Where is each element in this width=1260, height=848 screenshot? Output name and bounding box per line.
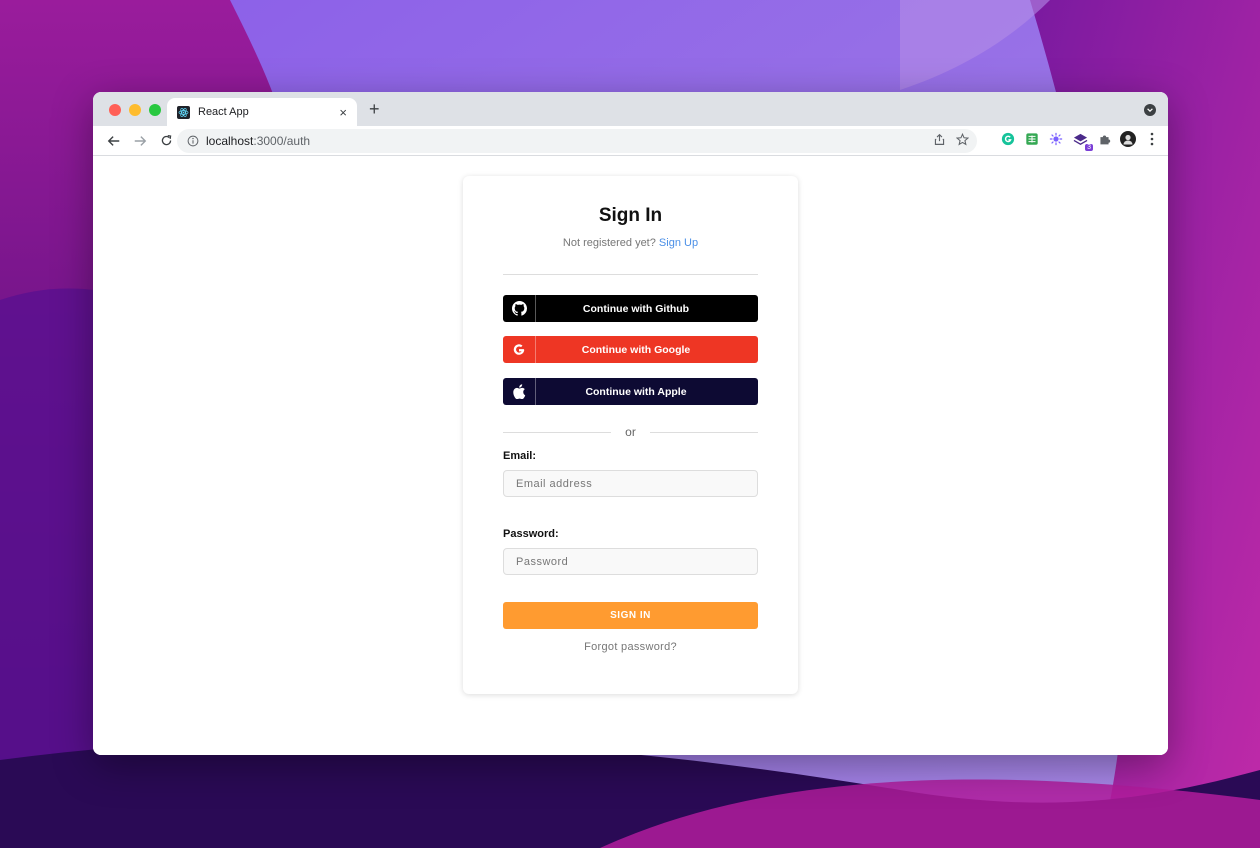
reload-icon[interactable] — [153, 129, 179, 153]
tab-react-app[interactable]: React App × — [167, 98, 357, 126]
signin-card: Sign In Not registered yet? Sign Up Cont… — [463, 176, 798, 694]
email-field[interactable] — [503, 470, 758, 497]
address-bar[interactable]: localhost:3000/auth — [177, 129, 977, 153]
minimize-window-button[interactable] — [129, 104, 141, 116]
email-label: Email: — [503, 450, 537, 462]
google-button-label: Continue with Google — [581, 343, 691, 356]
password-field[interactable] — [503, 548, 758, 575]
maximize-window-button[interactable] — [149, 104, 161, 116]
url-path: :3000/auth — [253, 134, 311, 148]
close-window-button[interactable] — [109, 104, 121, 116]
apple-signin-button[interactable]: Continue with Apple — [503, 378, 758, 405]
tab-search-icon[interactable] — [1144, 104, 1156, 116]
tab-close-icon[interactable]: × — [339, 106, 347, 119]
bookmark-star-icon[interactable] — [955, 132, 970, 151]
tab-title: React App — [198, 106, 249, 118]
grammarly-extension-icon[interactable] — [1000, 131, 1016, 147]
apple-button-label: Continue with Apple — [585, 385, 687, 398]
signin-button[interactable]: SIGN IN — [503, 602, 758, 629]
extension-badge: 3 — [1085, 144, 1093, 151]
or-line-right — [650, 432, 758, 433]
signup-prompt-text: Not registered yet? — [562, 237, 656, 249]
color-extension-icon[interactable] — [1048, 131, 1064, 147]
signup-link[interactable]: Sign Up — [659, 237, 698, 249]
react-favicon-icon — [177, 105, 190, 119]
window-controls — [109, 104, 161, 116]
share-icon[interactable] — [933, 133, 946, 151]
browser-menu-icon[interactable] — [1144, 131, 1160, 147]
google-signin-button[interactable]: Continue with Google — [503, 336, 758, 363]
back-icon[interactable] — [101, 129, 127, 153]
forward-icon[interactable] — [127, 129, 153, 153]
extensions-area: 3 — [1000, 131, 1160, 151]
stack-extension-icon[interactable]: 3 — [1072, 131, 1093, 151]
github-icon — [503, 295, 536, 322]
google-icon — [503, 336, 536, 363]
sheets-extension-icon[interactable] — [1024, 131, 1040, 147]
apple-icon — [503, 378, 536, 405]
site-info-icon[interactable] — [187, 135, 199, 147]
divider — [503, 274, 758, 275]
or-divider: or — [503, 425, 758, 439]
browser-window: React App × + localhost:3000/auth 3 Sig… — [93, 92, 1168, 755]
github-button-label: Continue with Github — [582, 302, 690, 315]
profile-avatar[interactable] — [1120, 131, 1136, 147]
new-tab-button[interactable]: + — [369, 100, 380, 118]
url-host: localhost — [206, 134, 254, 148]
browser-toolbar: localhost:3000/auth 3 — [93, 126, 1168, 156]
github-signin-button[interactable]: Continue with Github — [503, 295, 758, 322]
extensions-puzzle-icon[interactable] — [1096, 131, 1112, 147]
signup-prompt: Not registered yet? Sign Up — [463, 237, 798, 249]
tab-strip: React App × + — [93, 92, 1168, 126]
page-content: Sign In Not registered yet? Sign Up Cont… — [93, 156, 1168, 755]
page-title: Sign In — [598, 205, 663, 226]
forgot-password-link[interactable]: Forgot password? — [463, 641, 798, 653]
password-label: Password: — [503, 528, 559, 540]
